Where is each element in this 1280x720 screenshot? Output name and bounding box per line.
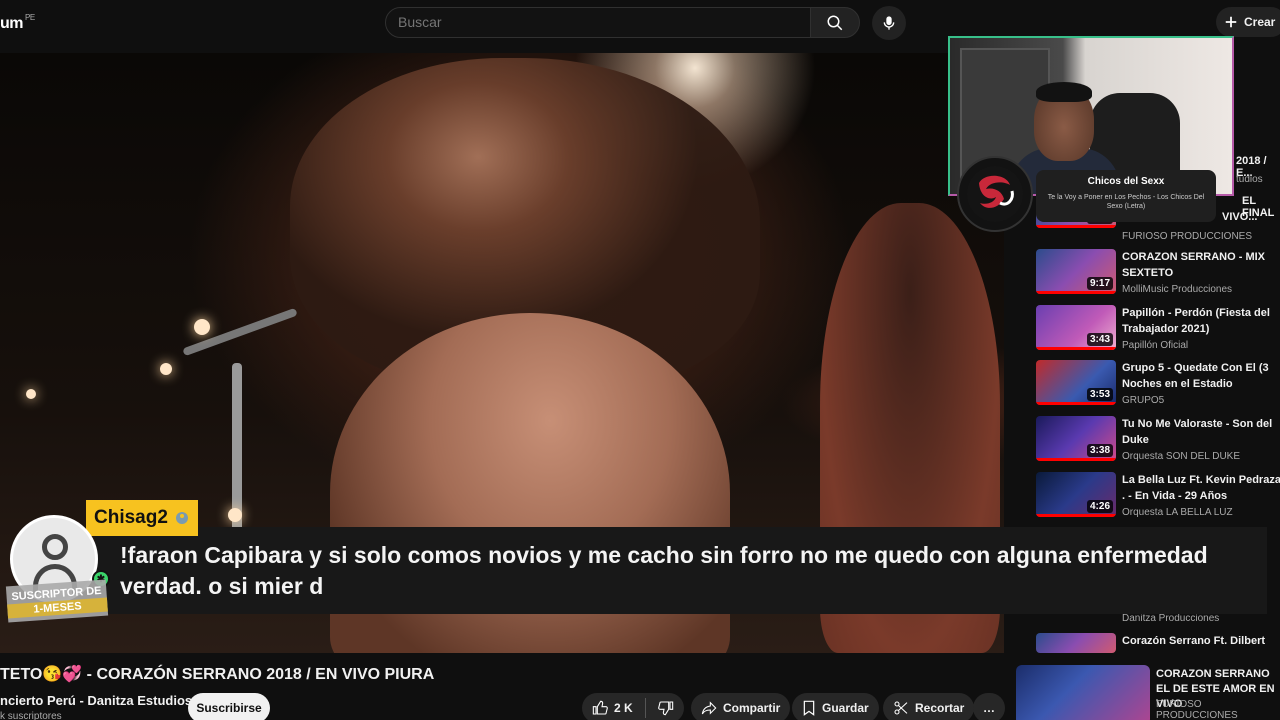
like-dislike-group: 2 K: [582, 693, 684, 720]
clip-button[interactable]: Recortar: [883, 693, 975, 720]
recommendation-item[interactable]: 3:53 Grupo 5 - Quedate Con El (3 Noches …: [1036, 360, 1280, 410]
recommendation-item[interactable]: 4:26 La Bella Luz Ft. Kevin Pedraza . - …: [1036, 472, 1280, 522]
channel-name-main[interactable]: ncierto Perú - Danitza Estudios: [0, 693, 192, 708]
user-badge-icon: [175, 512, 188, 524]
video-title[interactable]: Grupo 5 - Quedate Con El (3 Noches en el…: [1122, 360, 1280, 394]
now-playing-card: Chicos del Sexx Te la Voy a Poner en Los…: [1036, 170, 1216, 222]
duration-badge: 4:26: [1086, 500, 1113, 513]
channel-name[interactable]: FURIOSO PRODUCCIONES: [1122, 231, 1252, 242]
duration-badge: 3:53: [1086, 388, 1113, 401]
create-label: Crear: [1244, 15, 1276, 29]
search-button[interactable]: [810, 7, 860, 38]
video-thumbnail[interactable]: 9:17: [1036, 249, 1116, 294]
share-button[interactable]: Compartir: [691, 693, 791, 720]
region-code: PE: [25, 13, 35, 22]
partial-rec-channel: tudios: [1236, 174, 1263, 185]
like-count[interactable]: 2 K: [614, 701, 633, 715]
duration-badge: 3:38: [1086, 444, 1113, 457]
search-box[interactable]: [385, 7, 811, 38]
now-playing-subtitle: Te la Voy a Poner en Los Pechos - Los Ch…: [1047, 194, 1205, 210]
stage-light: [228, 508, 242, 522]
video-thumbnail[interactable]: [1016, 665, 1150, 720]
subscriber-badge: SUSCRIPTOR DE 1-MESES: [5, 579, 109, 623]
search-input[interactable]: [398, 14, 778, 30]
video-title[interactable]: La Bella Luz Ft. Kevin Pedraza . - En Vi…: [1122, 472, 1280, 504]
clip-label: Recortar: [915, 701, 965, 715]
chat-username-tag: Chisag2: [86, 500, 198, 536]
recommendation-item[interactable]: 3:38 Tu No Me Valoraste - Son del Duke O…: [1036, 416, 1280, 466]
search-icon: [827, 15, 843, 30]
youtube-watch-page: umPE Crear 2018 / E... tudios EL FINAL V…: [0, 0, 1280, 720]
watch-progress-bar: [1036, 514, 1116, 517]
video-thumbnail[interactable]: 4:26: [1036, 472, 1116, 517]
stage-light: [26, 389, 36, 399]
channel-name[interactable]: FURIOSO PRODUCCIONES: [1156, 699, 1280, 720]
now-playing-title: Chicos del Sexx: [1087, 176, 1165, 187]
thumbs-down-icon[interactable]: [657, 700, 674, 716]
watch-progress-bar: [1036, 225, 1116, 228]
share-icon: [701, 701, 717, 715]
channel-name[interactable]: Danitza Producciones: [1122, 613, 1219, 624]
video-thumbnail[interactable]: 3:43: [1036, 305, 1116, 350]
subscriber-count: k suscriptores: [0, 711, 62, 720]
video-title[interactable]: Tu No Me Valoraste - Son del Duke: [1122, 416, 1280, 448]
scissors-icon: [894, 701, 908, 715]
recommendation-item[interactable]: CORAZON SERRANO EL DE ESTE AMOR EN VIVO …: [1016, 665, 1280, 720]
channel-name[interactable]: Papillón Oficial: [1122, 340, 1188, 351]
duration-badge: 9:17: [1086, 277, 1113, 290]
thumbs-up-icon[interactable]: [592, 700, 608, 716]
avatar-head-icon: [42, 534, 68, 560]
logo[interactable]: um PE: [0, 13, 35, 33]
watch-progress-bar: [1036, 291, 1116, 294]
recommendation-item[interactable]: 9:17 CORAZON SERRANO - MIX SEXTETO Molli…: [1036, 249, 1280, 299]
video-title[interactable]: Corazón Serrano Ft. Dilbert: [1122, 633, 1280, 649]
subscribe-button[interactable]: Suscribirse: [188, 693, 270, 720]
video-title[interactable]: CORAZON SERRANO - MIX SEXTETO: [1122, 249, 1280, 281]
band-logo-icon: [967, 166, 1023, 222]
duration-badge: 3:43: [1086, 333, 1113, 346]
channel-name[interactable]: GRUPO5: [1122, 395, 1164, 406]
microphone-icon: [883, 16, 895, 30]
bookmark-icon: [803, 700, 815, 716]
voice-search-button[interactable]: [872, 6, 906, 40]
channel-name[interactable]: Orquesta SON DEL DUKE: [1122, 451, 1240, 462]
recommendation-item[interactable]: 3:43 Papillón - Perdón (Fiesta del Traba…: [1036, 305, 1280, 355]
more-icon: …: [983, 701, 995, 715]
share-label: Compartir: [723, 701, 781, 715]
stage-light: [194, 319, 210, 335]
chat-username: Chisag2: [94, 507, 168, 528]
video-thumbnail[interactable]: [1036, 633, 1116, 653]
channel-name[interactable]: MolliMusic Producciones: [1122, 284, 1232, 295]
watch-progress-bar: [1036, 402, 1116, 405]
plus-icon: [1225, 16, 1237, 28]
webcam-hair: [1036, 82, 1092, 102]
more-actions-button[interactable]: …: [973, 693, 1005, 720]
stage-light: [160, 363, 172, 375]
video-title-main: TETO😘💞 - CORAZÓN SERRANO 2018 / EN VIVO …: [0, 666, 435, 683]
chat-message-text: !faraon Capibara y si solo comos novios …: [120, 542, 1208, 599]
channel-name[interactable]: Orquesta LA BELLA LUZ: [1122, 507, 1233, 518]
create-button[interactable]: Crear: [1216, 7, 1280, 37]
now-playing-logo: [957, 156, 1033, 232]
like-divider: [644, 698, 646, 718]
video-title[interactable]: Papillón - Perdón (Fiesta del Trabajador…: [1122, 305, 1280, 337]
video-thumbnail[interactable]: 3:38: [1036, 416, 1116, 461]
video-thumbnail[interactable]: 3:53: [1036, 360, 1116, 405]
save-label: Guardar: [822, 701, 869, 715]
recommendation-item[interactable]: Corazón Serrano Ft. Dilbert: [1036, 633, 1280, 653]
watch-progress-bar: [1036, 347, 1116, 350]
watch-progress-bar: [1036, 458, 1116, 461]
save-button[interactable]: Guardar: [792, 693, 879, 720]
